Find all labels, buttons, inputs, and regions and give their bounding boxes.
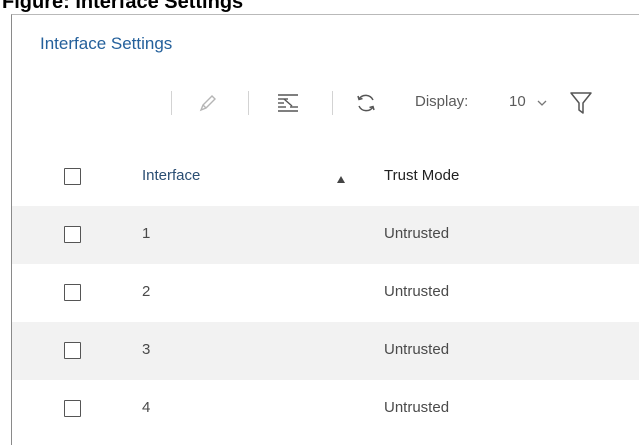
toolbar-divider	[171, 91, 172, 115]
row-checkbox[interactable]	[64, 226, 81, 243]
cell-interface: 1	[142, 225, 151, 242]
caption-text: Figure: Interface Settings	[2, 0, 244, 13]
table-row[interactable]: 4 Untrusted	[12, 380, 639, 438]
table-toolbar: Display: 10	[12, 87, 639, 119]
display-label: Display:	[415, 93, 469, 110]
row-checkbox[interactable]	[64, 400, 81, 417]
table-row[interactable]: 3 Untrusted	[12, 322, 639, 380]
table-row[interactable]: 1 Untrusted	[12, 206, 639, 264]
panel-title: Interface Settings	[40, 34, 173, 53]
filter-icon[interactable]	[569, 90, 593, 116]
cell-trust-mode: Untrusted	[384, 283, 450, 300]
row-checkbox[interactable]	[64, 342, 81, 359]
select-all-checkbox[interactable]	[64, 168, 81, 185]
sort-ascending-icon[interactable]	[336, 171, 346, 183]
column-header-trust-mode[interactable]: Trust Mode	[384, 167, 459, 184]
column-config-icon[interactable]	[274, 89, 302, 117]
table-row[interactable]: 2 Untrusted	[12, 264, 639, 322]
interface-table: Interface Trust Mode 1 Untrusted 2 Untru…	[12, 148, 639, 438]
display-count-select[interactable]: 10	[509, 93, 526, 110]
cell-interface: 2	[142, 283, 151, 300]
cell-trust-mode: Untrusted	[384, 225, 450, 242]
cell-trust-mode: Untrusted	[384, 341, 450, 358]
document-caption: Figure: Interface Settings	[0, 0, 639, 14]
cell-interface: 4	[142, 399, 151, 416]
table-header-row: Interface Trust Mode	[12, 148, 639, 206]
cell-interface: 3	[142, 341, 151, 358]
toolbar-divider	[332, 91, 333, 115]
interface-settings-panel: Interface Settings Display: 10 Interface…	[11, 14, 639, 445]
refresh-icon[interactable]	[352, 89, 380, 117]
chevron-down-icon[interactable]	[535, 96, 549, 110]
row-checkbox[interactable]	[64, 284, 81, 301]
cell-trust-mode: Untrusted	[384, 399, 450, 416]
column-header-interface[interactable]: Interface	[142, 167, 200, 184]
toolbar-divider	[248, 91, 249, 115]
edit-icon[interactable]	[193, 89, 221, 117]
